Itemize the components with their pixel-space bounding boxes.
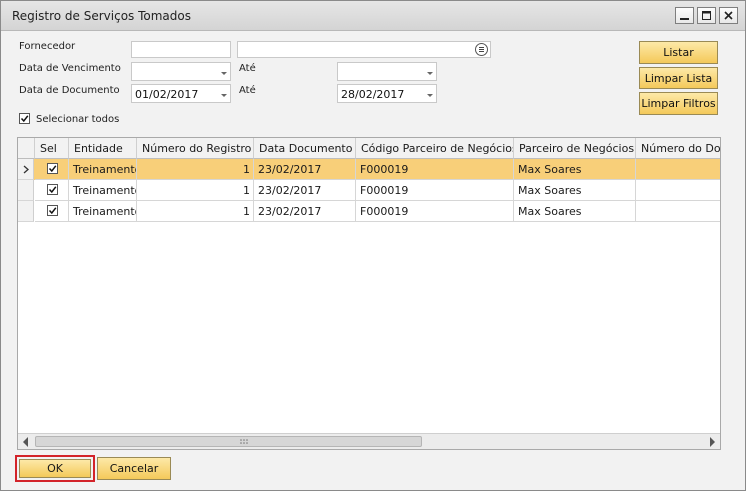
entidade-cell: Treinamento (69, 201, 137, 222)
numero-registro-cell: 1 (137, 201, 254, 222)
numero-documento-cell (636, 180, 720, 201)
chevron-down-icon[interactable] (427, 94, 433, 97)
checkmark-icon (48, 165, 57, 173)
select-all-checkbox[interactable] (19, 113, 30, 124)
sel-cell[interactable] (35, 159, 69, 180)
row-header[interactable] (18, 159, 34, 180)
grid-corner (18, 138, 35, 159)
registro-servicos-window: Registro de Serviços Tomados Fornecedor … (0, 0, 746, 491)
row-header[interactable] (18, 201, 34, 222)
documento-from-value: 01/02/2017 (135, 88, 199, 101)
parceiro-cell: Max Soares (514, 159, 636, 180)
scroll-right-icon[interactable] (710, 437, 715, 447)
minimize-icon (680, 18, 689, 20)
column-header-sel[interactable]: Sel (35, 138, 69, 159)
column-header-parceiro[interactable]: Parceiro de Negócios (514, 138, 636, 159)
window-title: Registro de Serviços Tomados (12, 9, 191, 23)
minimize-button[interactable] (675, 7, 694, 24)
numero-registro-cell: 1 (137, 180, 254, 201)
limpar-filtros-button[interactable]: Limpar Filtros (639, 92, 718, 115)
numero-documento-cell (636, 159, 720, 180)
fornecedor-name-input[interactable] (237, 41, 491, 58)
parceiro-cell: Max Soares (514, 180, 636, 201)
row-header[interactable] (18, 180, 34, 201)
checkmark-icon (48, 186, 57, 194)
column-header-entidade[interactable]: Entidade (69, 138, 137, 159)
data-documento-cell: 23/02/2017 (254, 180, 356, 201)
fornecedor-label: Fornecedor (19, 41, 76, 52)
ok-button[interactable]: OK (15, 455, 95, 482)
row-checkbox[interactable] (47, 163, 58, 174)
sel-cell[interactable] (35, 180, 69, 201)
chevron-down-icon[interactable] (221, 72, 227, 75)
vencimento-to-input[interactable] (337, 62, 437, 81)
table-row[interactable]: Treinamento 1 23/02/2017 F000019 Max Soa… (18, 159, 720, 180)
table-row[interactable]: Treinamento 1 23/02/2017 F000019 Max Soa… (18, 180, 720, 201)
documento-to-input[interactable]: 28/02/2017 (337, 84, 437, 103)
documento-to-value: 28/02/2017 (341, 88, 405, 101)
scrollbar-thumb[interactable] (35, 436, 422, 447)
documento-ate-label: Até (239, 85, 256, 96)
parceiro-cell: Max Soares (514, 201, 636, 222)
vencimento-label: Data de Vencimento (19, 63, 121, 74)
data-documento-cell: 23/02/2017 (254, 159, 356, 180)
column-header-codigo-parceiro[interactable]: Código Parceiro de Negócios (356, 138, 514, 159)
vencimento-ate-label: Até (239, 63, 256, 74)
close-icon (724, 11, 733, 20)
column-header-data-documento[interactable]: Data Documento (254, 138, 356, 159)
codigo-parceiro-cell: F000019 (356, 159, 514, 180)
close-button[interactable] (719, 7, 738, 24)
vencimento-from-input[interactable] (131, 62, 231, 81)
row-checkbox[interactable] (47, 205, 58, 216)
table-row[interactable]: Treinamento 1 23/02/2017 F000019 Max Soa… (18, 201, 720, 222)
title-bar[interactable]: Registro de Serviços Tomados (1, 1, 745, 31)
sel-cell[interactable] (35, 201, 69, 222)
numero-documento-cell (636, 201, 720, 222)
maximize-icon (702, 11, 711, 20)
choose-from-list-icon[interactable] (475, 43, 488, 56)
checkmark-icon (20, 115, 29, 123)
documento-from-input[interactable]: 01/02/2017 (131, 84, 231, 103)
codigo-parceiro-cell: F000019 (356, 201, 514, 222)
numero-registro-cell: 1 (137, 159, 254, 180)
row-pointer-icon (23, 165, 29, 174)
fornecedor-code-input[interactable] (131, 41, 231, 58)
ok-button-label: OK (19, 459, 91, 478)
documento-label: Data de Documento (19, 85, 120, 96)
row-checkbox[interactable] (47, 184, 58, 195)
entidade-cell: Treinamento (69, 180, 137, 201)
column-header-numero-registro[interactable]: Número do Registro (137, 138, 254, 159)
chevron-down-icon[interactable] (221, 94, 227, 97)
entidade-cell: Treinamento (69, 159, 137, 180)
results-grid[interactable]: Sel Entidade Número do Registro Data Doc… (17, 137, 721, 450)
codigo-parceiro-cell: F000019 (356, 180, 514, 201)
listar-button[interactable]: Listar (639, 41, 718, 64)
grip-icon (240, 439, 248, 444)
limpar-lista-button[interactable]: Limpar Lista (639, 67, 718, 89)
checkmark-icon (48, 207, 57, 215)
column-header-numero-documento[interactable]: Número do Docu (636, 138, 720, 159)
cancelar-button[interactable]: Cancelar (97, 457, 171, 480)
data-documento-cell: 23/02/2017 (254, 201, 356, 222)
chevron-down-icon[interactable] (427, 72, 433, 75)
maximize-button[interactable] (697, 7, 716, 24)
scroll-left-icon[interactable] (23, 437, 28, 447)
select-all-label: Selecionar todos (36, 114, 120, 125)
horizontal-scrollbar[interactable] (18, 433, 720, 449)
